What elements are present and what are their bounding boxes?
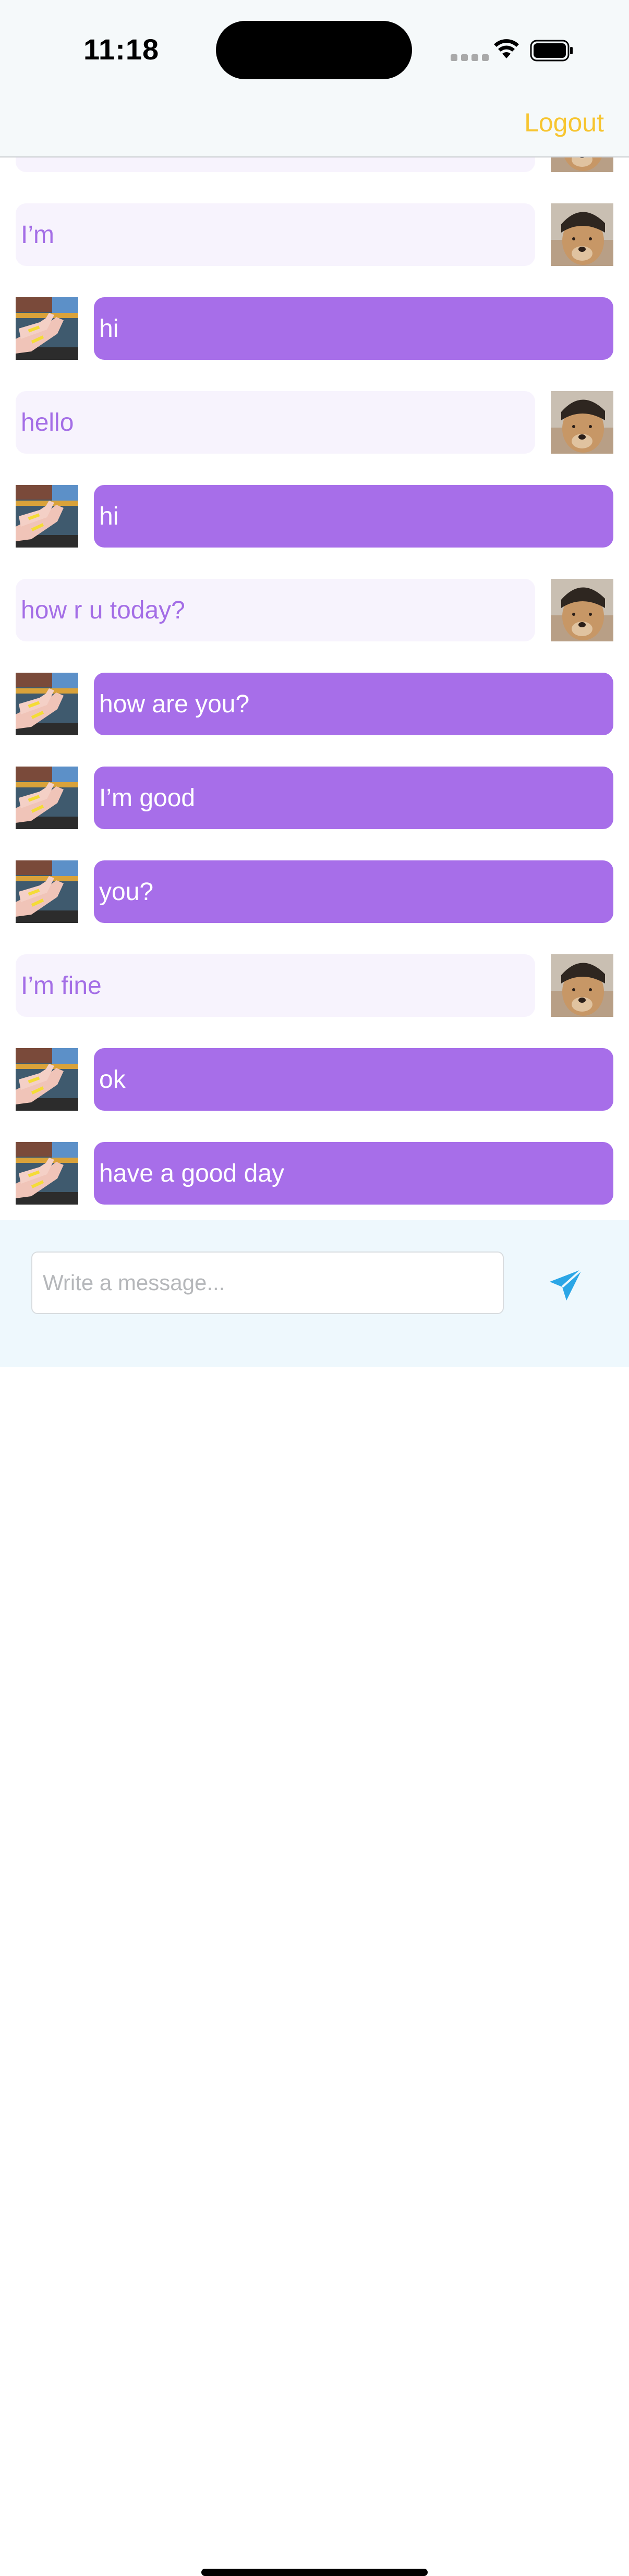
contact-avatar (551, 203, 613, 266)
message-input[interactable] (31, 1251, 504, 1314)
sent-message: hi (0, 297, 629, 360)
message-bubble[interactable]: you? (94, 860, 613, 923)
battery-icon (530, 40, 573, 62)
sent-message: how are you? (0, 673, 629, 735)
contact-avatar (551, 391, 613, 454)
my-avatar (16, 1142, 78, 1205)
message-bubble[interactable]: I’m (16, 203, 535, 266)
my-avatar (16, 673, 78, 735)
contact-avatar (551, 579, 613, 641)
cellular-signal-icon (451, 54, 489, 61)
message-bubble[interactable]: have a good day (94, 1142, 613, 1205)
message-bubble[interactable]: how are you? (94, 673, 613, 735)
my-avatar (16, 297, 78, 360)
message-bubble[interactable]: I’m fine (16, 954, 535, 1017)
received-message: I’m (0, 203, 629, 266)
message-bubble[interactable]: ok (94, 1048, 613, 1111)
message-bubble[interactable]: hi (94, 485, 613, 548)
sent-message: ok (0, 1048, 629, 1111)
sent-message: you? (0, 860, 629, 923)
received-message: how r u today? (0, 579, 629, 641)
logout-button[interactable]: Logout (524, 107, 604, 138)
sent-message: I’m good (0, 767, 629, 829)
contact-avatar (551, 954, 613, 1017)
sent-message: hi (0, 485, 629, 548)
my-avatar (16, 1048, 78, 1111)
my-avatar (16, 767, 78, 829)
message-list[interactable]: I’m hi hello hi how r u today? how are you? I’… (0, 0, 629, 1220)
dynamic-island (216, 21, 412, 79)
paper-plane-icon[interactable] (548, 1266, 585, 1304)
message-bubble[interactable]: I’m good (94, 767, 613, 829)
received-message: hello (0, 391, 629, 454)
status-time: 11:18 (83, 33, 160, 66)
message-bubble[interactable]: hi (94, 297, 613, 360)
received-message: I’m fine (0, 954, 629, 1017)
nav-bar: 11:18 Logout (0, 0, 629, 157)
message-bubble[interactable]: how r u today? (16, 579, 535, 641)
message-bubble[interactable]: hello (16, 391, 535, 454)
wifi-icon (494, 39, 519, 58)
home-indicator (201, 2569, 428, 2576)
my-avatar (16, 485, 78, 548)
my-avatar (16, 860, 78, 923)
composer-bar (0, 1220, 629, 2576)
sent-message: have a good day (0, 1142, 629, 1205)
